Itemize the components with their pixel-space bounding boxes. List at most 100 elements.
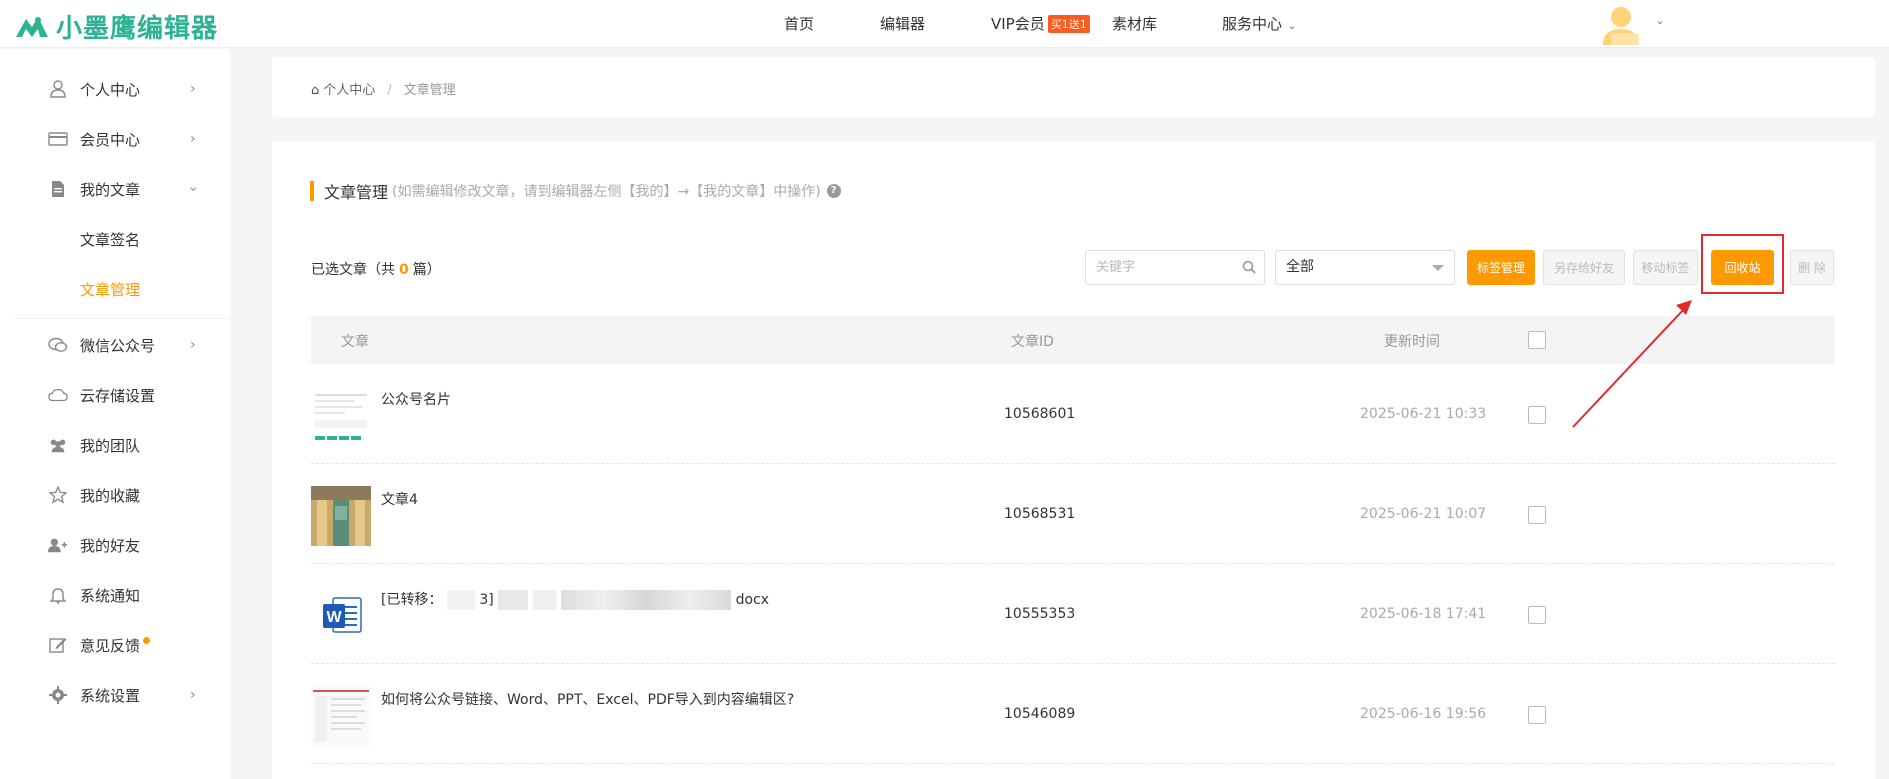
redacted-text xyxy=(532,590,557,610)
redacted-text xyxy=(446,590,475,610)
sidebar-item-my-articles[interactable]: 我的文章 › xyxy=(0,169,230,209)
sidebar-item-label: 我的收藏 xyxy=(80,486,141,505)
eagle-logo-icon xyxy=(16,16,48,37)
row-checkbox[interactable] xyxy=(1528,606,1546,624)
team-icon xyxy=(48,435,68,455)
article-id: 10546089 xyxy=(1004,706,1076,722)
title-suffix: docx xyxy=(735,592,769,608)
row-checkbox[interactable] xyxy=(1528,406,1546,424)
article-id: 10568601 xyxy=(1004,406,1076,422)
delete-button[interactable]: 删 除 xyxy=(1790,250,1834,285)
nav-materials[interactable]: 素材库 xyxy=(1112,13,1157,34)
chevron-right-icon: › xyxy=(190,81,196,97)
page-hint: (如需编辑修改文章，请到编辑器左侧【我的】→【我的文章】中操作) xyxy=(392,184,821,200)
chevron-right-icon: › xyxy=(190,687,196,703)
sidebar-item-feedback[interactable]: 意见反馈 xyxy=(0,625,230,665)
article-updated-time: 2025-06-21 10:33 xyxy=(1360,406,1487,422)
chevron-right-icon: › xyxy=(190,131,196,147)
move-tag-button[interactable]: 移动标签 xyxy=(1633,250,1698,285)
search-input[interactable] xyxy=(1086,251,1226,284)
sidebar-item-label: 微信公众号 xyxy=(80,336,156,355)
star-icon xyxy=(48,485,68,505)
nav-vip-label: VIP会员 xyxy=(991,15,1045,33)
sidebar-item-label: 文章签名 xyxy=(80,230,141,249)
sidebar-divider xyxy=(14,318,230,319)
sidebar-item-membership[interactable]: 会员中心 › xyxy=(0,119,230,159)
header-article: 文章 xyxy=(341,334,369,350)
breadcrumb-parent[interactable]: 个人中心 xyxy=(323,83,375,98)
sidebar-item-label: 系统通知 xyxy=(80,586,141,605)
notification-dot xyxy=(143,636,151,644)
article-title[interactable]: [已转移： 3] docx xyxy=(381,589,769,610)
table-row[interactable]: 文章4 10568531 2025-06-21 10:07 xyxy=(311,464,1835,564)
sidebar-item-system-settings[interactable]: 系统设置 › xyxy=(0,675,230,715)
avatar-dropdown-icon[interactable]: ⌄ xyxy=(1656,16,1664,27)
sidebar-item-favorites[interactable]: 我的收藏 xyxy=(0,475,230,515)
sidebar-item-label: 云存储设置 xyxy=(80,386,156,405)
page-title: 文章管理 xyxy=(324,183,389,202)
title-accent-bar xyxy=(310,181,314,201)
caret-down-icon xyxy=(1432,265,1444,271)
breadcrumb-card: ⌂ 个人中心 / 文章管理 xyxy=(272,57,1875,117)
sidebar-item-team[interactable]: 我的团队 xyxy=(0,425,230,465)
article-thumbnail xyxy=(311,486,371,546)
breadcrumb-separator: / xyxy=(387,83,392,98)
row-checkbox[interactable] xyxy=(1528,706,1546,724)
brand-logo[interactable]: 小墨鹰编辑器 xyxy=(14,8,218,45)
nav-editor[interactable]: 编辑器 xyxy=(880,13,925,34)
save-as-friend-button[interactable]: 另存给好友 xyxy=(1543,250,1625,285)
gear-icon xyxy=(48,685,68,705)
sidebar-item-friends[interactable]: 我的好友 xyxy=(0,525,230,565)
tag-filter-select[interactable]: 全部 xyxy=(1275,250,1455,285)
tag-manage-button[interactable]: 标签管理 xyxy=(1467,250,1535,285)
top-navbar: 小墨鹰编辑器 首页 编辑器 VIP会员 买1送1 素材库 服务中心 ⌄ ⌄ xyxy=(0,0,1889,48)
select-all-checkbox[interactable] xyxy=(1528,331,1546,349)
row-checkbox[interactable] xyxy=(1528,506,1546,524)
sidebar-item-label: 我的团队 xyxy=(80,436,141,455)
table-row[interactable]: 公众号名片 10568601 2025-06-21 10:33 xyxy=(311,364,1835,464)
chevron-down-icon: ⌄ xyxy=(1288,21,1297,32)
table-row[interactable]: 如何将公众号链接、Word、PPT、Excel、PDF导入到内容编辑区? 105… xyxy=(311,664,1835,764)
vip-promo-badge: 买1送1 xyxy=(1047,15,1090,33)
header-updated: 更新时间 xyxy=(1384,334,1440,350)
nav-service[interactable]: 服务中心 ⌄ xyxy=(1222,13,1296,34)
card-icon xyxy=(48,129,68,149)
sidebar-item-notifications[interactable]: 系统通知 xyxy=(0,575,230,615)
nav-home[interactable]: 首页 xyxy=(784,13,814,34)
article-updated-time: 2025-06-18 17:41 xyxy=(1360,606,1487,622)
sidebar-item-cloud-storage[interactable]: 云存储设置 xyxy=(0,375,230,415)
chevron-right-icon: › xyxy=(190,337,196,353)
sidebar-item-personal[interactable]: 个人中心 › xyxy=(0,69,230,109)
selected-number: 0 xyxy=(399,262,409,278)
redacted-text xyxy=(498,590,529,610)
title-mid: 3] xyxy=(479,592,494,608)
table-row[interactable]: W [已转移： 3] docx 10555353 2025-06-18 17:4… xyxy=(311,564,1835,664)
sidebar-item-label: 会员中心 xyxy=(80,130,141,149)
word-document-icon: W xyxy=(311,586,371,646)
help-icon[interactable]: ? xyxy=(826,184,841,198)
article-title[interactable]: 文章4 xyxy=(381,489,418,509)
sidebar-item-label: 我的文章 xyxy=(80,180,141,199)
user-avatar[interactable] xyxy=(1597,3,1653,45)
article-management-panel: 文章管理 (如需编辑修改文章，请到编辑器左侧【我的】→【我的文章】中操作) ? … xyxy=(272,141,1875,779)
article-thumbnail xyxy=(311,386,371,446)
document-icon xyxy=(48,179,68,199)
selected-prefix: 已选文章（共 xyxy=(311,262,395,278)
search-box xyxy=(1085,250,1265,285)
redacted-text xyxy=(561,590,732,610)
section-title: 文章管理 (如需编辑修改文章，请到编辑器左侧【我的】→【我的文章】中操作) ? xyxy=(310,179,841,203)
sidebar-item-article-signature[interactable]: 文章签名 xyxy=(0,219,230,259)
breadcrumb-current: 文章管理 xyxy=(403,83,456,98)
cloud-icon xyxy=(48,385,68,405)
nav-vip[interactable]: VIP会员 买1送1 xyxy=(991,13,1090,34)
article-title[interactable]: 如何将公众号链接、Word、PPT、Excel、PDF导入到内容编辑区? xyxy=(381,689,794,709)
article-title[interactable]: 公众号名片 xyxy=(381,389,451,409)
sidebar-item-label: 意见反馈 xyxy=(80,635,151,656)
sidebar: 个人中心 › 会员中心 › 我的文章 › 文章签名 文章管理 微信公众号 › 云… xyxy=(0,49,230,779)
article-thumbnail xyxy=(311,686,371,746)
selected-count: 已选文章（共 0 篇） xyxy=(311,259,441,279)
sidebar-item-wechat[interactable]: 微信公众号 › xyxy=(0,325,230,365)
search-icon[interactable] xyxy=(1242,260,1256,274)
add-friend-icon xyxy=(48,535,68,555)
sidebar-item-article-management[interactable]: 文章管理 xyxy=(0,269,230,309)
